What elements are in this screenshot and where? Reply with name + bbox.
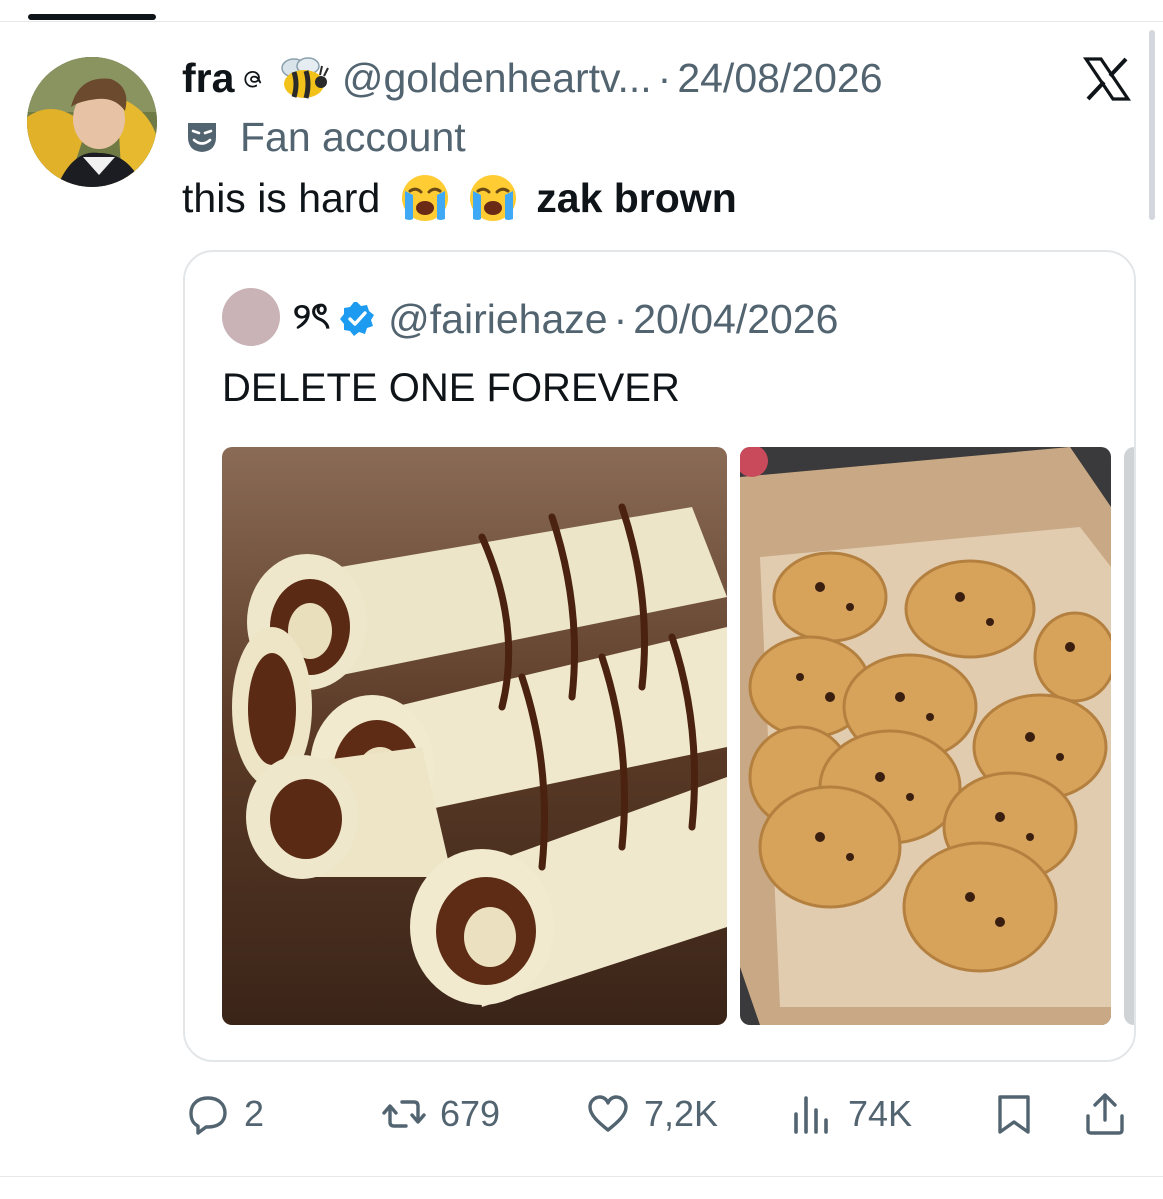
scrollbar[interactable] — [1149, 30, 1155, 220]
separator-dot: · — [657, 54, 672, 101]
share-button[interactable] — [1083, 1088, 1141, 1140]
top-tab-indicator — [28, 14, 156, 20]
share-icon — [1086, 1093, 1124, 1135]
theater-mask-icon — [188, 123, 216, 152]
quote-display-name[interactable]: ୨ৎ — [293, 289, 330, 349]
repost-icon — [382, 1100, 426, 1128]
name-glyph: ဇ — [242, 54, 264, 95]
tweet-text-bold: zak brown — [536, 174, 737, 221]
fan-account-label: Fan account — [240, 113, 466, 160]
reply-count: 2 — [244, 1093, 265, 1134]
repost-button[interactable]: 679 — [382, 1088, 500, 1140]
cookies-photo[interactable] — [740, 447, 1111, 1025]
tweet-header: fra ဇ @goldenheartv... · 24/08/2026 — [182, 52, 883, 104]
reply-button[interactable]: 2 — [186, 1088, 264, 1140]
views-chart-icon — [794, 1096, 828, 1134]
quote-avatar[interactable] — [222, 288, 280, 346]
crepes-photo[interactable] — [222, 447, 727, 1025]
tweet-text: this is hard zak brown — [182, 170, 737, 226]
quote-tweet-card[interactable]: ୨ৎ @fairiehaze · 20/04/2026 DELETE ONE F… — [183, 250, 1136, 1062]
heart-icon — [588, 1095, 628, 1132]
x-logo-icon[interactable] — [1082, 54, 1132, 104]
action-bar: 2 679 7,2K 74K — [0, 1088, 1163, 1140]
quote-date[interactable]: 20/04/2026 — [633, 296, 838, 343]
bottom-divider — [0, 1176, 1163, 1177]
avatar[interactable] — [27, 57, 157, 187]
loudly-crying-face-icon — [402, 175, 449, 221]
top-divider — [0, 21, 1163, 22]
fan-account-badge[interactable]: Fan account — [184, 113, 466, 161]
bookmark-icon — [998, 1095, 1030, 1134]
quote-separator-dot: · — [613, 295, 628, 342]
like-button[interactable]: 7,2K — [586, 1088, 718, 1140]
verified-badge-icon — [340, 302, 375, 336]
bee-icon — [281, 57, 329, 99]
loudly-crying-face-icon — [470, 175, 517, 221]
quote-header: ୨ৎ @fairiehaze · 20/04/2026 — [293, 294, 838, 344]
quote-text: DELETE ONE FOREVER — [222, 366, 680, 410]
bookmark-button[interactable] — [992, 1088, 1050, 1140]
views-count: 74K — [848, 1093, 913, 1134]
views-button[interactable]: 74K — [790, 1088, 912, 1140]
like-count: 7,2K — [644, 1093, 719, 1134]
quote-handle[interactable]: @fairiehaze — [388, 296, 607, 343]
display-name[interactable]: fra — [182, 55, 234, 102]
more-media-peek[interactable] — [1124, 447, 1134, 1025]
handle[interactable]: @goldenheartv... — [342, 55, 652, 102]
reply-icon — [189, 1096, 227, 1135]
repost-count: 679 — [440, 1093, 501, 1134]
tweet-text-body: this is hard — [182, 174, 381, 221]
tweet-date[interactable]: 24/08/2026 — [677, 55, 882, 102]
